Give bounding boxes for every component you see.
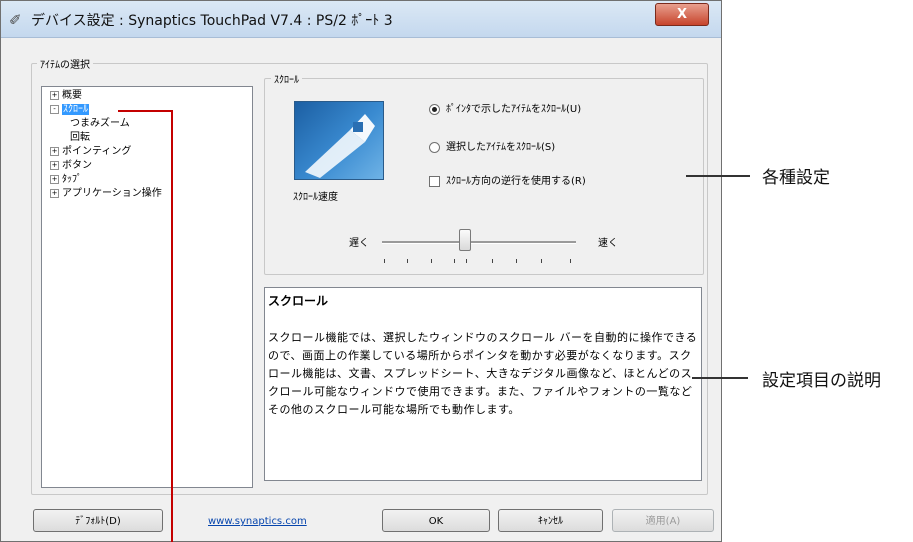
- settings-tree[interactable]: + 概要 - ｽｸﾛｰﾙ つまみズーム 回転 + ポインティング + ボタン + ﾀｯﾌﾟ…: [41, 86, 253, 488]
- checkbox-icon[interactable]: [429, 175, 440, 187]
- synaptics-link[interactable]: www.synaptics.com: [208, 516, 307, 527]
- callout-explanation: 設定項目の説明: [762, 371, 881, 391]
- apply-button[interactable]: 適用(A): [612, 509, 714, 532]
- device-settings-window: ✐ デバイス設定 : Synaptics TouchPad V7.4 : PS/…: [0, 0, 722, 542]
- tree-item-buttons[interactable]: + ボタン: [50, 159, 92, 173]
- slider-slow-label: 遅く: [349, 238, 369, 249]
- tree-item-rotate[interactable]: 回転: [70, 131, 90, 145]
- slider-fast-label: 速く: [598, 238, 618, 249]
- tree-item-pinch-zoom[interactable]: つまみズーム: [70, 117, 130, 131]
- description-title: スクロール: [268, 294, 329, 308]
- ok-button[interactable]: OK: [382, 509, 490, 532]
- tree-item-pointing[interactable]: + ポインティング: [50, 145, 131, 159]
- callout-line-explanation: [692, 377, 748, 379]
- scroll-group-legend: ｽｸﾛｰﾙ: [271, 71, 302, 86]
- annotation-red-horizontal: [118, 110, 173, 112]
- pen-icon: ✐: [9, 11, 22, 29]
- scroll-speed-label: ｽｸﾛｰﾙ速度: [293, 192, 338, 203]
- tree-item-tap[interactable]: + ﾀｯﾌﾟ: [50, 173, 82, 187]
- item-select-legend: ｱｲﾃﾑの選択: [37, 56, 93, 71]
- radio-selected-icon[interactable]: [429, 103, 440, 115]
- cancel-button[interactable]: ｷｬﾝｾﾙ: [498, 509, 603, 532]
- title-bar: ✐ デバイス設定 : Synaptics TouchPad V7.4 : PS/…: [1, 1, 721, 38]
- collapse-icon[interactable]: -: [50, 104, 59, 114]
- tree-item-scroll[interactable]: - ｽｸﾛｰﾙ: [50, 103, 89, 117]
- window-title: デバイス設定 : Synaptics TouchPad V7.4 : PS/2 …: [31, 13, 393, 29]
- expand-icon[interactable]: +: [50, 188, 59, 198]
- description-box: スクロール スクロール機能では、選択したウィンドウのスクロール バーを自動的に操…: [264, 287, 702, 481]
- slider-thumb[interactable]: [459, 229, 471, 251]
- expand-icon[interactable]: +: [50, 160, 59, 170]
- expand-icon[interactable]: +: [50, 90, 59, 100]
- default-button[interactable]: ﾃﾞﾌｫﾙﾄ(D): [33, 509, 163, 532]
- expand-icon[interactable]: +: [50, 146, 59, 156]
- tree-item-app-operation[interactable]: + アプリケーション操作: [50, 187, 182, 201]
- annotation-red-vertical: [171, 110, 173, 542]
- radio-pointer-scroll[interactable]: ﾎﾟｲﾝﾀで示したｱｲﾃﾑをｽｸﾛｰﾙ(U): [429, 100, 581, 115]
- description-body: スクロール機能では、選択したウィンドウのスクロール バーを自動的に操作できるので…: [268, 331, 698, 416]
- scroll-speed-slider[interactable]: [382, 241, 576, 244]
- radio-selected-scroll[interactable]: 選択したｱｲﾃﾑをｽｸﾛｰﾙ(S): [429, 138, 555, 153]
- checkbox-reverse-scroll[interactable]: ｽｸﾛｰﾙ方向の逆行を使用する(R): [429, 172, 586, 187]
- radio-icon[interactable]: [429, 141, 440, 153]
- close-button[interactable]: X: [655, 3, 709, 26]
- expand-icon[interactable]: +: [50, 174, 59, 184]
- tree-item-overview[interactable]: + 概要: [50, 89, 82, 103]
- scroll-preview-image: [294, 101, 384, 180]
- callout-line-settings: [686, 175, 750, 177]
- callout-settings: 各種設定: [762, 168, 830, 188]
- scroll-illustration: [305, 114, 375, 178]
